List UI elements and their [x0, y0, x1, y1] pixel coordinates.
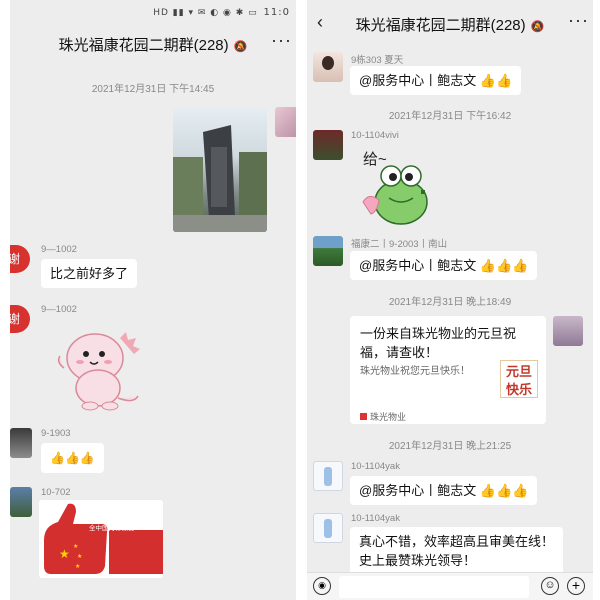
sticker-text: 给~: [363, 151, 387, 168]
message-bubble[interactable]: 👍👍👍: [41, 443, 104, 473]
chat-title-wrap: 珠光福康花园二期群(228) 🔕: [10, 34, 296, 55]
frog-sticker[interactable]: 给~: [355, 146, 435, 228]
sticker-title: China Agreed: [87, 508, 152, 519]
status-bar: HD ▮▮ ▾ ✉ ◐ ◉ ✱ ▭ 11:0: [10, 0, 296, 26]
card-thumb-line2: 快乐: [505, 382, 532, 397]
sender-name: 10-1104yak: [351, 461, 400, 472]
status-icons-glyphs: HD ▮▮ ▾ ✉ ◐ ◉ ✱ ▭: [153, 8, 258, 18]
message-bubble[interactable]: 真心不错，效率超高且审美在线！ 史上最赞珠光领导！: [350, 527, 564, 575]
user-avatar[interactable]: [313, 236, 343, 266]
pink-dino-icon: [57, 332, 140, 411]
message-bubble[interactable]: 比之前好多了: [41, 259, 138, 288]
sender-name: 9—1002: [41, 244, 77, 255]
card-source-label: 珠光物业: [370, 412, 407, 422]
chat-header: ‹ 珠光福康花园二期群(228) 🔕 ···: [307, 6, 593, 40]
link-card-message[interactable]: 一份来自珠光物业的元旦祝福，请查收！ 珠光物业祝您元旦快乐！ 元旦 快乐 珠光物…: [350, 316, 546, 424]
my-avatar[interactable]: [275, 107, 296, 137]
chat-screen-left: HD ▮▮ ▾ ✉ ◐ ◉ ✱ ▭ 11:0 珠光福康花园二期群(228) 🔕 ·…: [10, 0, 296, 600]
sender-name: 9-1903: [41, 428, 71, 439]
avatar-char: 谢: [10, 252, 21, 266]
message-bubble[interactable]: @服务中心丨鲍志文 👍👍: [350, 66, 522, 95]
avatar-char: 谢: [10, 312, 21, 326]
chat-title-wrap: 珠光福康花园二期群(228) 🔕: [307, 14, 593, 35]
user-avatar[interactable]: [313, 52, 343, 82]
emoji-icon[interactable]: ☺: [541, 577, 559, 595]
voice-icon[interactable]: ◉: [313, 577, 331, 595]
card-title: 一份来自珠光物业的元旦祝福，请查收！: [360, 326, 517, 360]
chat-screen-right: ‹ 珠光福康花园二期群(228) 🔕 ··· 9栋303 夏天 @服务中心丨鲍志文…: [307, 0, 593, 600]
user-avatar[interactable]: [313, 130, 343, 160]
message-line-1: 真心不错，效率超高且审美在线！: [359, 534, 555, 549]
user-avatar[interactable]: 谢: [10, 245, 30, 273]
more-options-icon[interactable]: ···: [568, 10, 589, 31]
timestamp: 2021年12月31日 晚上18:49: [388, 297, 512, 308]
sender-name: 10-1104yak: [351, 513, 400, 524]
user-avatar[interactable]: [10, 487, 32, 517]
sender-name: 9—1002: [41, 304, 77, 315]
timestamp: 2021年12月31日 晚上21:25: [388, 441, 512, 452]
source-logo-icon: [360, 413, 367, 420]
card-thumb-line1: 元旦: [505, 364, 532, 379]
message-input[interactable]: [339, 576, 529, 598]
plus-icon[interactable]: +: [567, 577, 585, 595]
more-options-icon[interactable]: ···: [271, 30, 292, 51]
svg-text:★: ★: [77, 553, 82, 560]
mute-icon: 🔕: [530, 21, 545, 33]
user-avatar[interactable]: [313, 513, 343, 543]
message-line-2: 史上最赞珠光领导！: [359, 553, 477, 568]
input-bar: ◉ ☺ +: [307, 572, 593, 600]
sender-name: 10-702: [41, 487, 71, 498]
mute-icon: 🔕: [233, 41, 248, 53]
user-avatar[interactable]: 谢: [10, 305, 30, 333]
sender-name: 福康二丨9-2003丨南山: [351, 239, 448, 250]
message-bubble[interactable]: @服务中心丨鲍志文 👍👍👍: [350, 251, 538, 280]
card-thumbnail: 元旦 快乐: [500, 360, 538, 398]
sender-name: 10-1104vivi: [351, 130, 399, 141]
card-source: 珠光物业: [360, 410, 406, 423]
thumbs-up-icon: 👍👍👍: [50, 451, 95, 465]
timestamp: 2021年12月31日 下午16:42: [388, 111, 512, 122]
my-avatar[interactable]: [553, 316, 583, 346]
chat-title: 珠光福康花园二期群(228): [58, 37, 229, 54]
status-icons: HD ▮▮ ▾ ✉ ◐ ◉ ✱ ▭ 11:0: [153, 7, 290, 18]
china-agreed-sticker[interactable]: ★ ★ ★ ★ China Agreed 全中国为你点赞: [39, 500, 163, 578]
message-bubble[interactable]: @服务中心丨鲍志文 👍👍👍: [350, 476, 538, 505]
user-avatar[interactable]: [313, 461, 343, 491]
gate-photo: [173, 125, 267, 232]
chat-title: 珠光福康花园二期群(228): [355, 17, 526, 34]
avatar-figure: [322, 56, 334, 70]
avatar-bottle: [324, 519, 332, 538]
sender-name: 9栋303 夏天: [351, 55, 404, 66]
chat-header: 珠光福康花园二期群(228) 🔕 ···: [10, 26, 296, 60]
status-time: 11:0: [263, 7, 290, 18]
svg-text:★: ★: [75, 563, 80, 570]
svg-text:★: ★: [59, 547, 70, 561]
sticker-subtitle: 全中国为你点赞: [89, 525, 135, 532]
card-description: 珠光物业祝您元旦快乐！: [360, 366, 470, 377]
photo-message[interactable]: [173, 107, 267, 232]
dinosaur-sticker[interactable]: [50, 318, 140, 413]
avatar-bottle: [324, 467, 332, 486]
user-avatar[interactable]: [10, 428, 32, 458]
svg-text:★: ★: [73, 543, 78, 550]
timestamp: 2021年12月31日 下午14:45: [91, 84, 215, 95]
